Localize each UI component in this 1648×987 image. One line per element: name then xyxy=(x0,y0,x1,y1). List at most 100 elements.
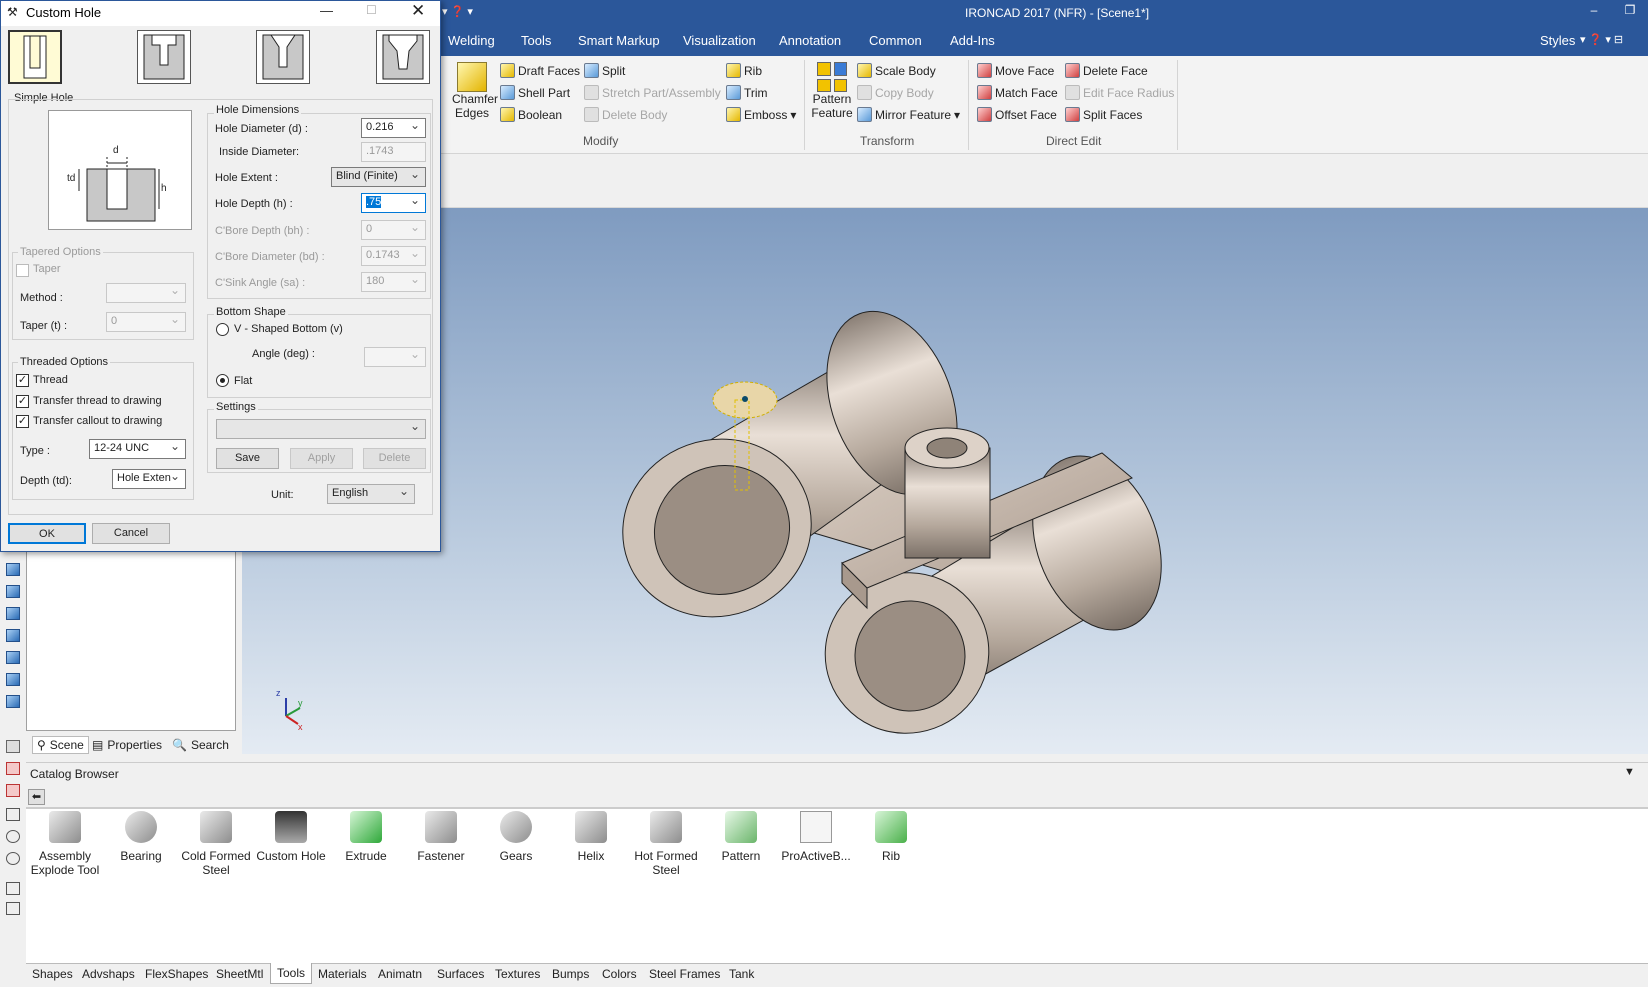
thread-checkbox[interactable]: ✓ xyxy=(16,374,29,387)
menu-add-ins[interactable]: Add-Ins xyxy=(950,33,995,48)
cube-icon[interactable] xyxy=(6,629,20,642)
menu-common[interactable]: Common xyxy=(869,33,922,48)
catalog-item-assembly-explode[interactable]: Assembly Explode Tool xyxy=(25,811,105,877)
unit-select[interactable]: English xyxy=(327,484,415,504)
tool-icon[interactable] xyxy=(6,808,20,821)
catalog-item-rib[interactable]: Rib xyxy=(851,811,931,863)
cancel-button[interactable]: Cancel xyxy=(92,523,170,544)
transfer-callout-checkbox[interactable]: ✓ xyxy=(16,415,29,428)
catalog-item-extrude[interactable]: Extrude xyxy=(326,811,406,863)
rotate-icon[interactable] xyxy=(6,830,20,843)
tab-surfaces[interactable]: Surfaces xyxy=(437,967,484,981)
tab-steel-frames[interactable]: Steel Frames xyxy=(649,967,720,981)
catalog-item-gears[interactable]: Gears xyxy=(476,811,556,863)
rib-button[interactable]: Rib xyxy=(726,63,762,78)
3d-viewport[interactable] xyxy=(242,208,1648,754)
draft-faces-button[interactable]: Draft Faces xyxy=(500,63,580,78)
tab-bumps[interactable]: Bumps xyxy=(552,967,589,981)
settings-select[interactable] xyxy=(216,419,426,439)
mirror-feature-button[interactable]: Mirror Feature ▾ xyxy=(857,107,960,122)
tab-colors[interactable]: Colors xyxy=(602,967,637,981)
catalog-item-helix[interactable]: Helix xyxy=(551,811,631,863)
styles-menu[interactable]: Styles xyxy=(1540,33,1575,48)
tab-textures[interactable]: Textures xyxy=(495,967,540,981)
cube-icon[interactable] xyxy=(6,651,20,664)
tab-flexshapes[interactable]: FlexShapes xyxy=(145,967,208,981)
delete-body-button[interactable]: Delete Body xyxy=(584,107,667,122)
tab-tank[interactable]: Tank xyxy=(729,967,754,981)
spotface-hole-type-button[interactable] xyxy=(376,30,430,84)
match-face-button[interactable]: Match Face xyxy=(977,85,1058,100)
method-select[interactable] xyxy=(106,283,186,303)
delete-face-button[interactable]: Delete Face xyxy=(1065,63,1148,78)
ok-button[interactable]: OK xyxy=(8,523,86,544)
taper-value-select[interactable]: 0 xyxy=(106,312,186,332)
emboss-button[interactable]: Emboss ▾ xyxy=(726,107,796,122)
flat-radio[interactable] xyxy=(216,374,229,387)
cube-icon[interactable] xyxy=(6,673,20,686)
menu-visualization[interactable]: Visualization xyxy=(683,33,756,48)
v-shaped-radio[interactable] xyxy=(216,323,229,336)
simple-hole-type-button[interactable] xyxy=(8,30,62,84)
transfer-thread-checkbox[interactable]: ✓ xyxy=(16,395,29,408)
menu-welding[interactable]: Welding xyxy=(448,33,495,48)
angle-select[interactable] xyxy=(364,347,426,367)
tool-icon[interactable] xyxy=(6,740,20,753)
menu-smart-markup[interactable]: Smart Markup xyxy=(578,33,660,48)
tool-icon[interactable] xyxy=(6,882,20,895)
stretch-part-button[interactable]: Stretch Part/Assembly xyxy=(584,85,721,100)
catalog-item-custom-hole[interactable]: Custom Hole xyxy=(251,811,331,863)
scale-body-button[interactable]: Scale Body xyxy=(857,63,936,78)
tab-advshaps[interactable]: Advshaps xyxy=(82,967,135,981)
minimize-icon[interactable]: — xyxy=(320,3,333,18)
offset-face-button[interactable]: Offset Face xyxy=(977,107,1057,122)
hole-extent-select[interactable]: Blind (Finite) xyxy=(331,167,426,187)
scene-browser[interactable] xyxy=(26,549,236,731)
catalog-item-proactiveb[interactable]: ProActiveB... xyxy=(776,811,856,863)
chevron-down-icon[interactable]: ▼ xyxy=(1624,766,1635,778)
shell-part-button[interactable]: Shell Part xyxy=(500,85,570,100)
menu-tools[interactable]: Tools xyxy=(521,33,551,48)
copy-body-button[interactable]: Copy Body xyxy=(857,85,934,100)
tool-icon[interactable] xyxy=(6,902,20,915)
boolean-button[interactable]: Boolean xyxy=(500,107,562,122)
menu-annotation[interactable]: Annotation xyxy=(779,33,841,48)
tab-materials[interactable]: Materials xyxy=(318,967,367,981)
tab-search[interactable]: 🔍 Search xyxy=(172,738,229,752)
cbore-diameter-field[interactable]: 0.1743 xyxy=(361,246,426,266)
cube-icon[interactable] xyxy=(6,695,20,708)
tab-properties[interactable]: ▤ Properties xyxy=(92,738,162,752)
minimize-icon[interactable]: – xyxy=(1584,3,1604,21)
catalog-item-pattern[interactable]: Pattern xyxy=(701,811,781,863)
split-faces-button[interactable]: Split Faces xyxy=(1065,107,1142,122)
catalog-item-fastener[interactable]: Fastener xyxy=(401,811,481,863)
taper-checkbox[interactable] xyxy=(16,264,29,277)
close-icon[interactable]: ✕ xyxy=(411,1,425,21)
cube-icon[interactable] xyxy=(6,607,20,620)
cbore-depth-field[interactable]: 0 xyxy=(361,220,426,240)
quick-access-icons[interactable]: ▾ ❓ ▾ xyxy=(442,5,473,18)
countersink-hole-type-button[interactable] xyxy=(256,30,310,84)
save-button[interactable]: Save xyxy=(216,448,279,469)
move-face-button[interactable]: Move Face xyxy=(977,63,1054,78)
back-arrow-icon[interactable]: ⬅ xyxy=(28,789,45,805)
hole-diameter-field[interactable]: 0.216 xyxy=(361,118,426,138)
tab-scene[interactable]: ⚲ Scene xyxy=(32,736,89,754)
chamfer-edges-button[interactable]: Chamfer Edges xyxy=(452,62,498,120)
counterbore-hole-type-button[interactable] xyxy=(137,30,191,84)
cube-icon[interactable] xyxy=(6,585,20,598)
apply-button[interactable]: Apply xyxy=(290,448,353,469)
edit-face-radius-button[interactable]: Edit Face Radius xyxy=(1065,85,1174,100)
delete-button[interactable]: Delete xyxy=(363,448,426,469)
tab-sheetmtl[interactable]: SheetMtl xyxy=(216,967,263,981)
pattern-feature-button[interactable]: Pattern Feature xyxy=(811,62,853,120)
tool-icon[interactable] xyxy=(6,784,20,797)
catalog-item-bearing[interactable]: Bearing xyxy=(101,811,181,863)
tool-icon[interactable] xyxy=(6,762,20,775)
split-button[interactable]: Split xyxy=(584,63,625,78)
trim-button[interactable]: Trim xyxy=(726,85,768,100)
restore-icon[interactable]: ❐ xyxy=(1620,3,1640,21)
csink-angle-field[interactable]: 180 xyxy=(361,272,426,292)
hole-depth-field[interactable]: .75 xyxy=(361,193,426,213)
thread-depth-select[interactable]: Hole Exten xyxy=(112,469,186,489)
